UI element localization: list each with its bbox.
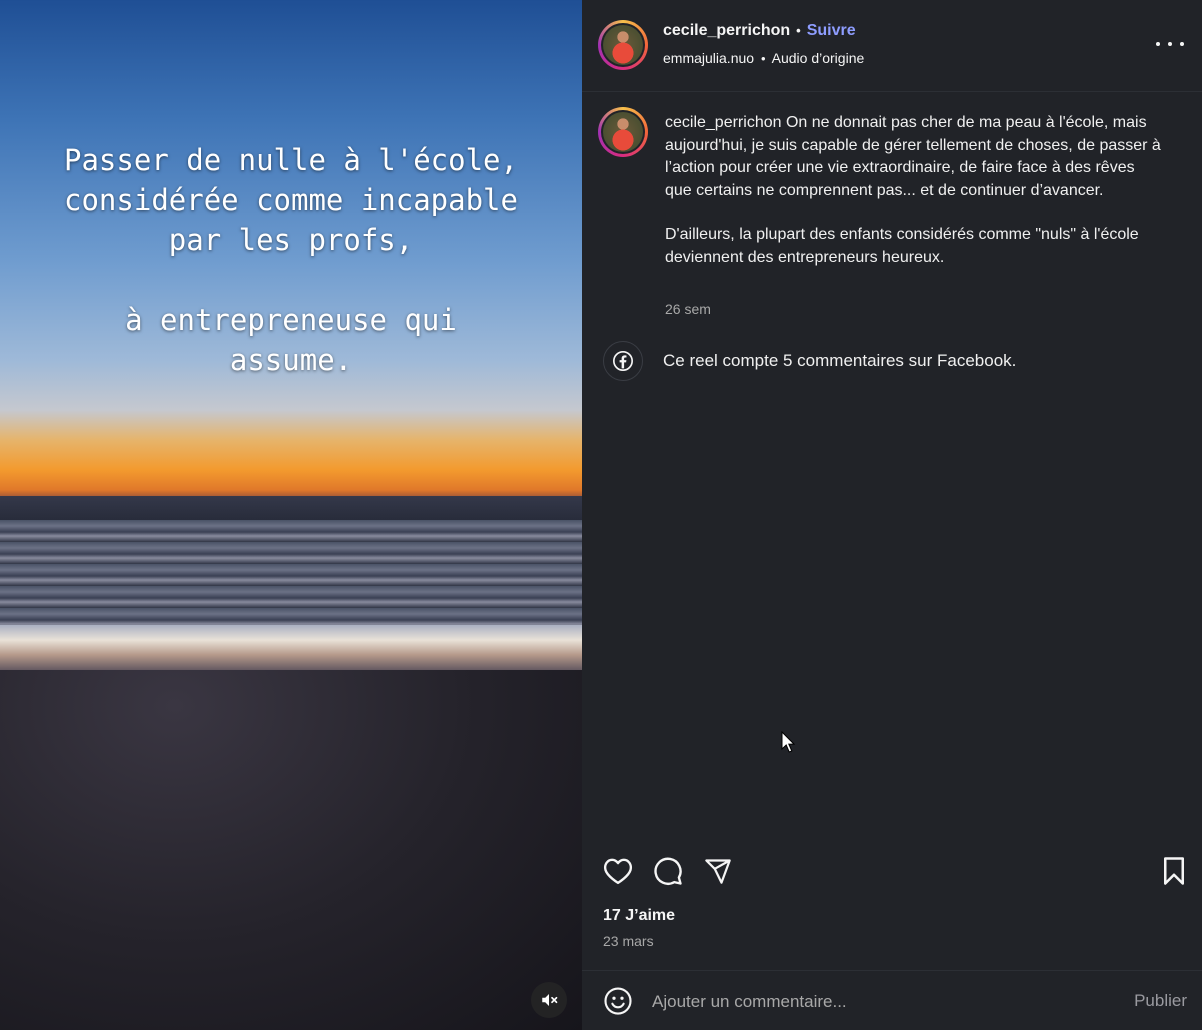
caption-paragraph-2: D'ailleurs, la plupart des enfants consi…	[665, 226, 1139, 266]
caption-timestamp[interactable]: 26 sem	[665, 301, 711, 317]
post-date: 23 mars	[603, 933, 654, 949]
author-line: cecile_perrichon • Suivre	[663, 22, 856, 40]
more-options-icon[interactable]	[1156, 32, 1184, 56]
video-overlay-text: Passer de nulle à l'école, considérée co…	[64, 143, 518, 377]
separator-dot: •	[796, 23, 801, 38]
author-avatar[interactable]	[598, 20, 648, 70]
likes-count[interactable]: 17 J’aime	[603, 907, 675, 925]
follow-button[interactable]: Suivre	[807, 22, 856, 39]
author-username[interactable]: cecile_perrichon	[663, 22, 790, 39]
post-header: cecile_perrichon • Suivre emmajulia.nuo • …	[582, 0, 1202, 92]
bookmark-icon[interactable]	[1157, 854, 1191, 888]
publish-button[interactable]: Publier	[1134, 991, 1187, 1011]
speaker-muted-icon	[542, 994, 558, 1006]
mouse-cursor-icon	[781, 731, 795, 753]
heart-icon[interactable]	[601, 854, 635, 888]
audio-author[interactable]: emmajulia.nuo	[663, 50, 754, 66]
post-actions	[582, 850, 1202, 890]
comment-input[interactable]	[652, 989, 1112, 1015]
caption-avatar[interactable]	[598, 107, 648, 157]
post-side-panel: cecile_perrichon • Suivre emmajulia.nuo • …	[582, 0, 1202, 1030]
caption-username[interactable]: cecile_perrichon	[665, 114, 782, 131]
audio-label[interactable]: Audio d’origine	[772, 50, 865, 66]
audio-line: emmajulia.nuo • Audio d’origine	[663, 50, 864, 66]
facebook-comments-row: Ce reel compte 5 commentaires sur Facebo…	[603, 340, 1016, 382]
post-caption: cecile_perrichon On ne donnait pas cher …	[665, 112, 1165, 269]
mute-button[interactable]	[531, 982, 567, 1018]
video-foam	[0, 625, 582, 675]
emoji-icon[interactable]	[602, 985, 634, 1017]
facebook-comments-text: Ce reel compte 5 commentaires sur Facebo…	[663, 351, 1017, 370]
comment-icon[interactable]	[651, 854, 685, 888]
comment-bar: Publier	[582, 970, 1202, 1030]
facebook-icon	[603, 341, 643, 381]
reel-video[interactable]: Passer de nulle à l'école, considérée co…	[0, 0, 582, 1030]
send-icon[interactable]	[701, 854, 735, 888]
video-sand	[0, 670, 582, 1030]
audio-separator-dot: •	[760, 51, 766, 66]
